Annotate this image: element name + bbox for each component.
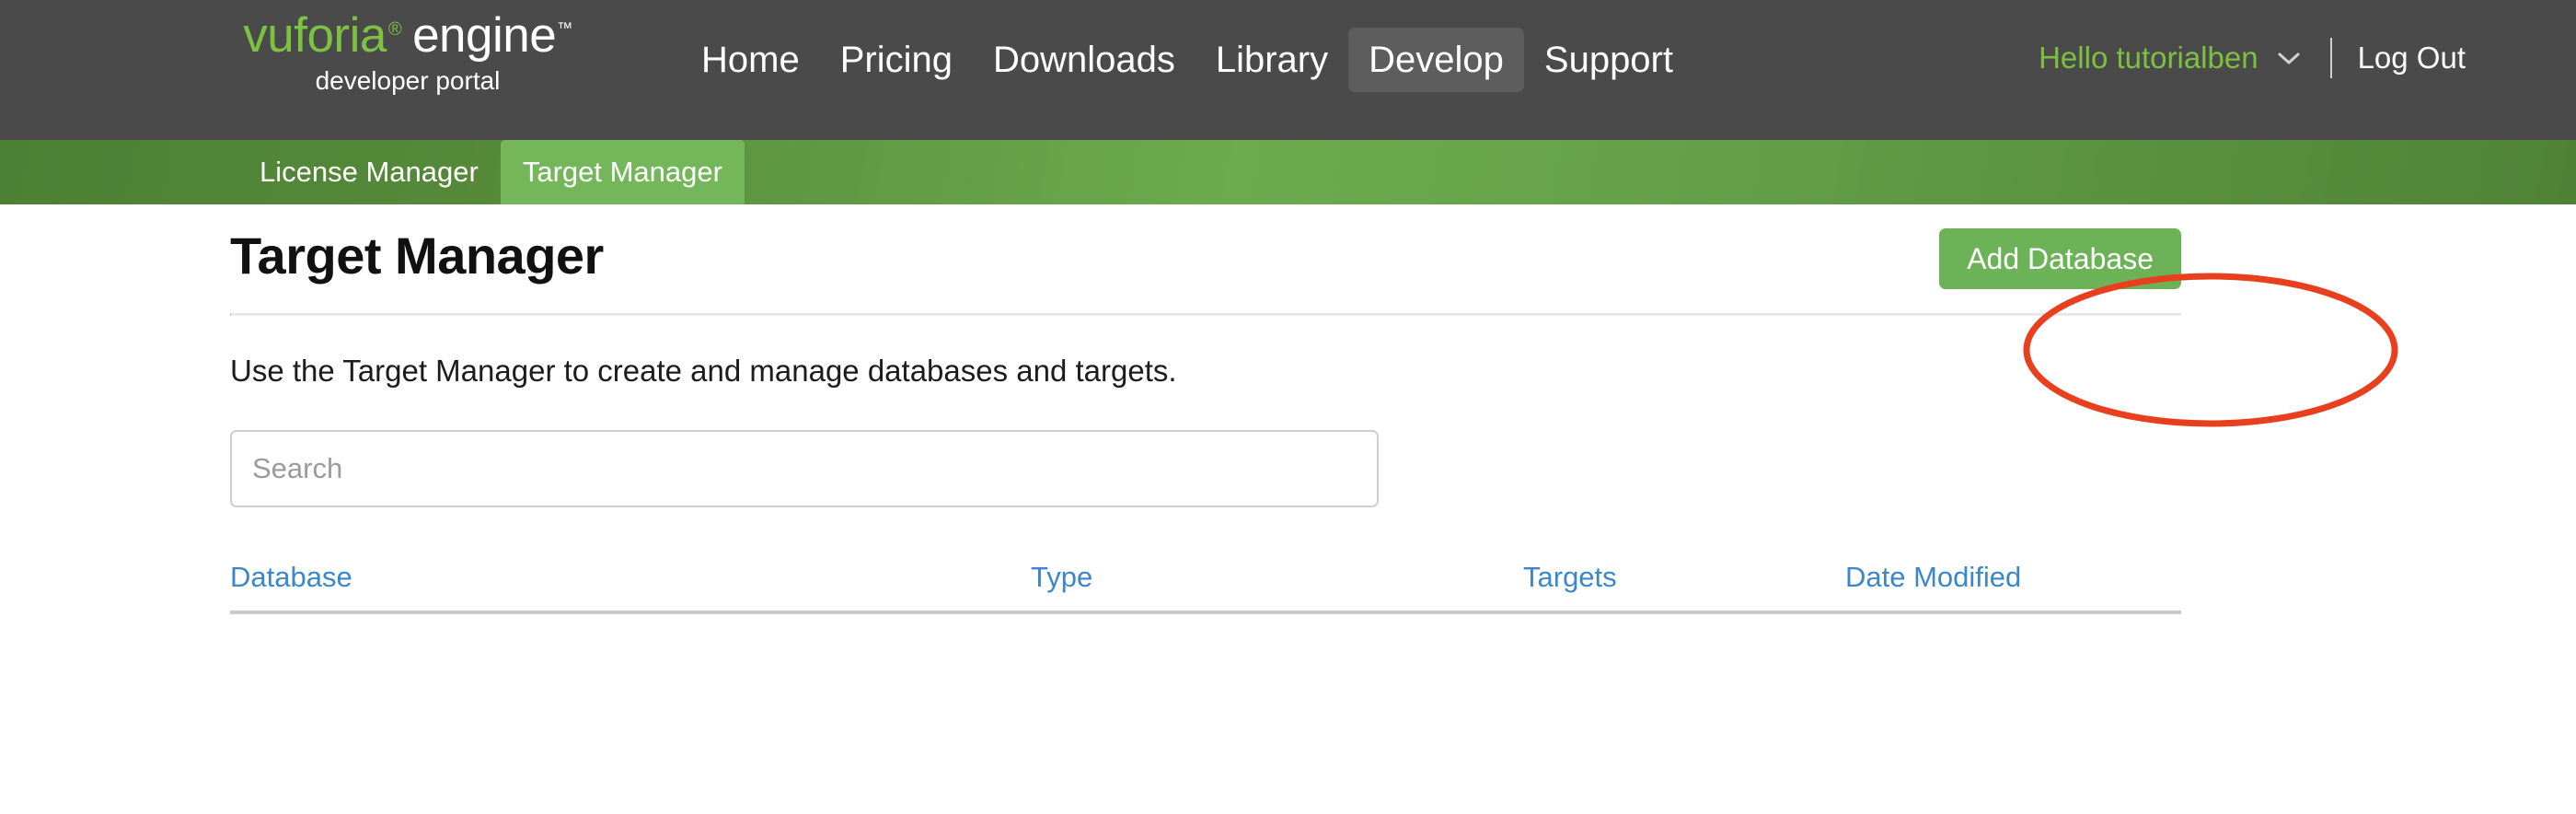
nav-item-pricing[interactable]: Pricing <box>820 28 973 92</box>
column-header-database[interactable]: Database <box>230 560 1031 614</box>
account-area: Hello tutorialben Log Out <box>2039 38 2466 78</box>
logo-subtitle: developer portal <box>315 66 501 95</box>
databases-table-head: Database Type Targets Date Modified <box>230 560 2181 614</box>
logo-brand-text: vuforia <box>243 8 387 63</box>
table-header-row: Database Type Targets Date Modified <box>230 560 2181 614</box>
registered-mark-icon: ® <box>387 19 402 40</box>
trademark-mark-icon: ™ <box>557 19 572 37</box>
column-header-targets[interactable]: Targets <box>1523 560 1845 614</box>
page-title: Target Manager <box>230 227 604 285</box>
main-content: Target Manager Add Database Use the Targ… <box>0 204 2576 614</box>
logo-product-text: engine <box>412 8 557 63</box>
content-container: Target Manager Add Database Use the Targ… <box>230 204 2181 614</box>
nav-item-downloads[interactable]: Downloads <box>973 28 1196 92</box>
site-header: vuforia ® engine™ developer portal Home Pr… <box>0 0 2576 140</box>
search-row <box>230 429 2181 507</box>
search-input[interactable] <box>230 429 1379 507</box>
site-logo[interactable]: vuforia ® engine™ developer portal <box>237 11 578 94</box>
title-divider <box>230 313 2181 316</box>
subnav-tab-target-manager[interactable]: Target Manager <box>500 140 745 204</box>
column-header-type[interactable]: Type <box>1031 560 1523 614</box>
page-title-row: Target Manager Add Database <box>230 204 2181 313</box>
column-header-date-modified[interactable]: Date Modified <box>1845 560 2181 614</box>
logout-link[interactable]: Log Out <box>2358 41 2466 76</box>
add-database-button[interactable]: Add Database <box>1939 228 2181 289</box>
logo-wordmark: vuforia ® engine™ <box>237 11 578 60</box>
primary-navigation: Home Pricing Downloads Library Develop S… <box>681 28 1693 92</box>
chevron-down-icon[interactable] <box>2275 44 2303 72</box>
account-greeting[interactable]: Hello tutorialben <box>2039 41 2258 76</box>
nav-item-support[interactable]: Support <box>1524 28 1693 92</box>
databases-table: Database Type Targets Date Modified <box>230 560 2181 614</box>
secondary-navigation: License Manager Target Manager <box>0 140 2576 204</box>
account-divider <box>2329 38 2332 78</box>
page-description: Use the Target Manager to create and man… <box>230 354 1177 388</box>
nav-item-library[interactable]: Library <box>1196 28 1348 92</box>
nav-item-home[interactable]: Home <box>681 28 820 92</box>
nav-item-develop[interactable]: Develop <box>1348 28 1524 92</box>
subnav-tab-license-manager[interactable]: License Manager <box>237 140 501 204</box>
secondary-navigation-inner: License Manager Target Manager <box>237 140 745 204</box>
